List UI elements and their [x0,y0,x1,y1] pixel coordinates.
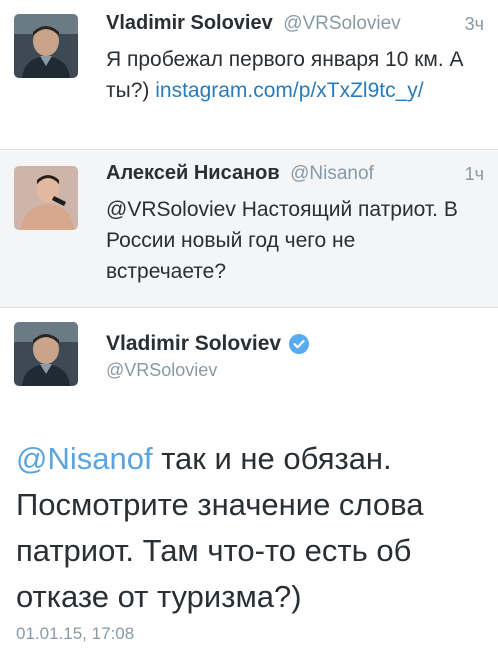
person-photo-icon [14,14,78,78]
tweet-text: Я пробежал первого января 10 км. А ты?) … [106,44,478,106]
tweet-text: @VRSoloviev Настоящий патриот. В России … [106,198,458,283]
verified-badge-icon [289,334,310,354]
tweet-detail: Vladimir Soloviev @VRSoloviev @Nisanof т… [0,308,498,654]
person-photo-icon [14,166,78,230]
author-handle[interactable]: @VRSoloviev [106,360,217,381]
tweet-time: 3ч [464,14,484,34]
tweet-header: Vladimir Soloviev @VRSoloviev 3ч [106,12,484,40]
avatar[interactable] [14,166,78,230]
author-name[interactable]: Vladimir Soloviev [106,12,273,34]
mention-link[interactable]: @Nisanof [16,441,153,476]
detail-tweet-text: @Nisanof так и не обязан. Посмотрите зна… [16,436,486,620]
tweet-link[interactable]: instagram.com/p/xTxZl9tc_y/ [155,79,423,102]
author-handle[interactable]: @VRSoloviev [283,13,401,34]
author-handle[interactable]: @Nisanof [290,163,374,184]
tweet-header: Алексей Нисанов @Nisanof 1ч [106,162,484,190]
detail-header: Vladimir Soloviev [106,330,310,358]
tweet-item[interactable]: Алексей Нисанов @Nisanof 1ч @VRSoloviev … [0,150,498,308]
person-photo-icon [14,322,78,386]
tweet-item[interactable]: Vladimir Soloviev @VRSoloviev 3ч Я пробе… [0,0,498,150]
avatar[interactable] [14,322,78,386]
avatar[interactable] [14,14,78,78]
tweet-time: 1ч [464,164,484,184]
author-name[interactable]: Vladimir Soloviev [106,332,281,356]
author-name[interactable]: Алексей Нисанов [106,162,280,184]
tweet-date: 01.01.15, 17:08 [16,624,135,643]
